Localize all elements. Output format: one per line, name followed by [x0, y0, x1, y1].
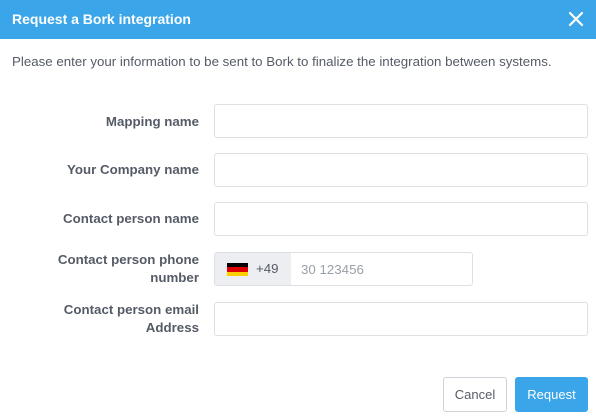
email-label-line1: Contact person email — [63, 302, 199, 317]
phone-input[interactable] — [291, 252, 473, 286]
dialog-title: Request a Bork integration — [12, 11, 191, 27]
phone-country-selector[interactable]: +49 — [214, 252, 292, 286]
email-input[interactable] — [214, 302, 588, 336]
intro-text: Please enter your information to be sent… — [12, 54, 552, 69]
contact-name-input[interactable] — [214, 202, 588, 236]
germany-flag-icon — [227, 263, 248, 276]
phone-label: Contact person phone number — [9, 251, 199, 287]
phone-label-line1: Contact person phone — [57, 252, 199, 267]
mapping-name-input[interactable] — [214, 104, 588, 138]
contact-name-label: Contact person name — [63, 211, 199, 226]
company-name-label: Your Company name — [66, 162, 199, 177]
email-label-line2: Address — [145, 320, 199, 335]
close-icon[interactable] — [566, 9, 586, 29]
request-integration-dialog: Request a Bork integration Please enter … — [0, 0, 596, 419]
mapping-name-label: Mapping name — [105, 114, 199, 129]
phone-label-line2: number — [150, 270, 199, 285]
cancel-button[interactable]: Cancel — [443, 377, 507, 412]
dialog-header: Request a Bork integration — [0, 0, 596, 39]
email-label: Contact person email Address — [9, 301, 199, 337]
company-name-input[interactable] — [214, 153, 588, 187]
request-button[interactable]: Request — [515, 377, 588, 412]
phone-dial-code: +49 — [256, 261, 279, 276]
